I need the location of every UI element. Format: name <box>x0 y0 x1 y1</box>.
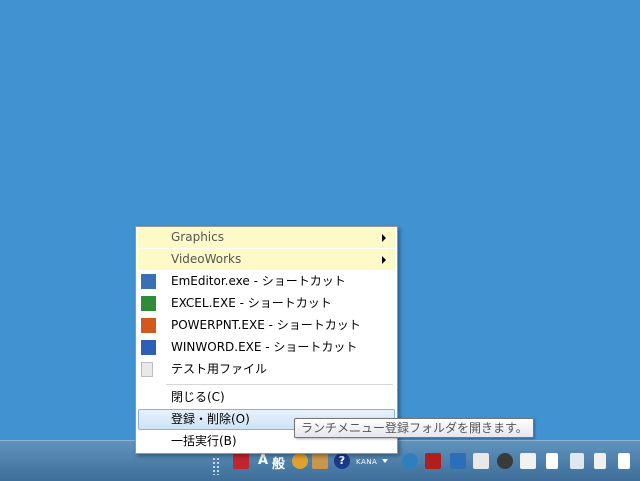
ime-kana-label[interactable]: KANA <box>356 458 377 466</box>
powerpoint-icon <box>141 318 156 333</box>
menu-separator <box>166 384 393 385</box>
menu-item-close[interactable]: 閉じる(C) <box>138 387 395 408</box>
menu-item-excel[interactable]: EXCEL.EXE - ショートカット <box>138 293 395 314</box>
menu-item-label: VideoWorks <box>171 252 242 266</box>
menu-item-word[interactable]: WINWORD.EXE - ショートカット <box>138 337 395 358</box>
word-icon <box>141 340 156 355</box>
excel-icon <box>141 296 156 311</box>
menu-item-label: 一括実行(B) <box>171 434 237 448</box>
tray-clock-icon[interactable] <box>497 453 513 469</box>
ime-mode-label[interactable]: A <box>258 453 268 468</box>
submenu-arrow-icon <box>382 256 386 264</box>
ime-tool-icon[interactable] <box>292 453 308 469</box>
menu-item-label: 登録・削除(O) <box>171 412 250 426</box>
menu-folder-videoworks[interactable]: VideoWorks <box>138 249 395 270</box>
ime-help-icon[interactable]: ? <box>334 453 350 469</box>
tray-security-icon[interactable] <box>520 453 536 469</box>
action-center-flag-icon[interactable] <box>546 453 558 469</box>
taskbar-grip[interactable] <box>212 457 220 475</box>
menu-folder-graphics[interactable]: Graphics <box>138 227 395 248</box>
menu-item-label: テスト用ファイル <box>171 362 268 376</box>
menu-item-test-file[interactable]: テスト用ファイル <box>138 359 395 380</box>
menu-item-label: 閉じる(C) <box>171 390 225 404</box>
volume-icon[interactable] <box>618 453 630 469</box>
ime-pad-icon[interactable] <box>312 453 328 469</box>
tooltip: ランチメニュー登録フォルダを開きます。 <box>294 418 534 438</box>
menu-item-label: EXCEL.EXE - ショートカット <box>171 296 332 310</box>
file-icon <box>141 362 153 377</box>
menu-item-powerpoint[interactable]: POWERPNT.EXE - ショートカット <box>138 315 395 336</box>
tray-cloud-icon[interactable] <box>450 453 466 469</box>
menu-item-label: WINWORD.EXE - ショートカット <box>171 340 358 354</box>
tray-app-icon[interactable] <box>233 453 249 469</box>
network-icon[interactable] <box>570 453 584 469</box>
menu-item-label: POWERPNT.EXE - ショートカット <box>171 318 361 332</box>
acrobat-icon[interactable] <box>425 453 441 469</box>
menu-item-label: Graphics <box>171 230 224 244</box>
tray-phone-icon[interactable] <box>402 453 418 469</box>
emeditor-icon <box>141 274 156 289</box>
tray-notepad-icon[interactable] <box>473 453 489 469</box>
menu-item-emeditor[interactable]: EmEditor.exe - ショートカット <box>138 271 395 292</box>
ime-dropdown-icon[interactable] <box>382 459 388 463</box>
ime-dictionary-label[interactable]: 般 <box>272 453 285 472</box>
submenu-arrow-icon <box>382 234 386 242</box>
power-icon[interactable] <box>594 453 606 469</box>
menu-item-label: EmEditor.exe - ショートカット <box>171 274 346 288</box>
